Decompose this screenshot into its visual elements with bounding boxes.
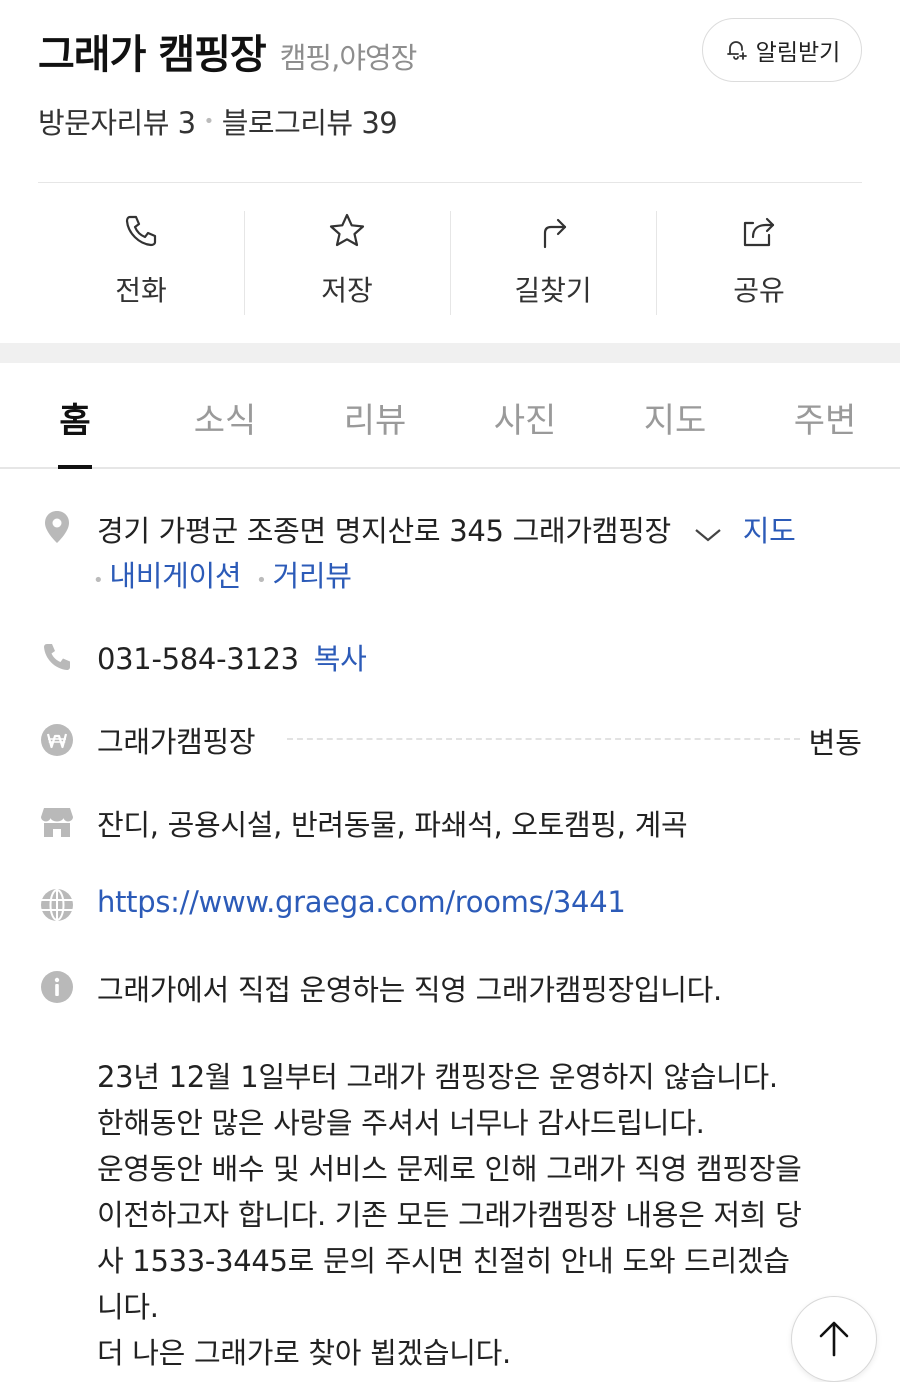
share-button[interactable]: 공유	[656, 205, 862, 317]
description-line: 니다.	[97, 1290, 159, 1324]
price-name: 그래가캠핑장	[97, 725, 256, 759]
separator-dot: •	[203, 110, 215, 132]
visitor-review-count[interactable]: 방문자리뷰 3	[38, 100, 196, 142]
directions-icon	[543, 218, 567, 249]
intro-text: 그래가에서 직접 운영하는 직영 그래가캠핑장입니다.	[97, 973, 722, 1007]
scroll-top-button[interactable]	[791, 1296, 877, 1382]
separator-dot: •	[256, 570, 267, 591]
description-line: 더 나은 그래가로 찾아 뵙겠습니다.	[97, 1336, 511, 1370]
streetview-link[interactable]: 거리뷰	[272, 559, 351, 593]
review-summary: 방문자리뷰 3 • 블로그리뷰 39	[38, 100, 398, 142]
description-line: 운영동안 배수 및 서비스 문제로 인해 그래가 직영 캠핑장을	[97, 1152, 802, 1186]
share-icon	[743, 217, 775, 247]
globe-icon	[40, 888, 74, 922]
share-label: 공유	[733, 274, 785, 307]
separator-dot: •	[93, 570, 104, 591]
place-header: 그래가 캠핑장 캠핑,야영장 알림받기	[38, 18, 862, 82]
address-sub-links: • 내비게이션 • 거리뷰	[93, 553, 862, 595]
arrow-up-icon	[819, 1321, 849, 1357]
directions-button[interactable]: 길찾기	[450, 205, 656, 317]
tab-reviews[interactable]: 리뷰	[300, 363, 450, 467]
phone-number[interactable]: 031-584-3123	[97, 642, 299, 676]
amenities-text: 잔디, 공용시설, 반려동물, 파쇄석, 오토캠핑, 계곡	[97, 808, 688, 842]
won-icon	[40, 723, 74, 757]
star-icon	[329, 213, 365, 247]
map-link[interactable]: 지도	[743, 514, 796, 548]
save-label: 저장	[321, 274, 373, 307]
phone-icon	[40, 640, 74, 674]
website-link[interactable]: https://www.graega.com/rooms/3441	[97, 885, 862, 919]
description-line: 23년 12월 1일부터 그래가 캠핑장은 운영하지 않습니다.	[97, 1060, 778, 1094]
tab-map[interactable]: 지도	[600, 363, 750, 467]
store-icon	[40, 805, 74, 839]
price-value: 변동	[808, 726, 862, 760]
alarm-button[interactable]: 알림받기	[702, 18, 862, 82]
copy-button[interactable]: 복사	[314, 642, 367, 676]
save-button[interactable]: 저장	[244, 205, 450, 317]
address-text: 경기 가평군 조종면 명지산로 345 그래가캠핑장	[97, 514, 671, 548]
chevron-down-icon[interactable]	[694, 516, 722, 550]
tab-home[interactable]: 홈	[0, 363, 150, 469]
section-separator	[0, 343, 900, 363]
navigation-link[interactable]: 내비게이션	[109, 559, 241, 593]
info-icon	[40, 970, 74, 1004]
alarm-label: 알림받기	[755, 40, 841, 66]
location-pin-icon	[40, 510, 74, 544]
bell-plus-icon	[726, 41, 747, 60]
phone-block: 031-584-3123 복사	[97, 636, 862, 678]
description-line: 이전하고자 합니다. 기존 모든 그래가캠핑장 내용은 저희 당	[97, 1198, 802, 1232]
description-line: 한해동안 많은 사랑을 주셔서 너무나 감사드립니다.	[97, 1106, 705, 1140]
description: 23년 12월 1일부터 그래가 캠핑장은 운영하지 않습니다. 한해동안 많은…	[97, 1054, 862, 1376]
place-category: 캠핑,야영장	[279, 41, 418, 75]
tab-photos[interactable]: 사진	[450, 363, 600, 467]
blog-review-count[interactable]: 블로그리뷰 39	[222, 100, 398, 142]
tab-bar: 홈 소식 리뷰 사진 지도 주변	[0, 363, 900, 469]
divider	[38, 182, 862, 183]
directions-label: 길찾기	[514, 274, 592, 307]
description-line: 사 1533-3445로 문의 주시면 친절히 안내 도와 드리겠습	[97, 1244, 790, 1278]
place-name: 그래가 캠핑장	[38, 32, 267, 78]
tab-news[interactable]: 소식	[150, 363, 300, 467]
address-block: 경기 가평군 조종면 명지산로 345 그래가캠핑장 지도	[97, 508, 862, 550]
call-label: 전화	[115, 274, 167, 307]
dotted-leader	[287, 738, 800, 740]
phone-icon	[125, 215, 157, 247]
action-bar: 전화 저장 길찾기 공유	[38, 205, 862, 317]
call-button[interactable]: 전화	[38, 205, 244, 317]
tab-nearby[interactable]: 주변	[750, 363, 900, 467]
